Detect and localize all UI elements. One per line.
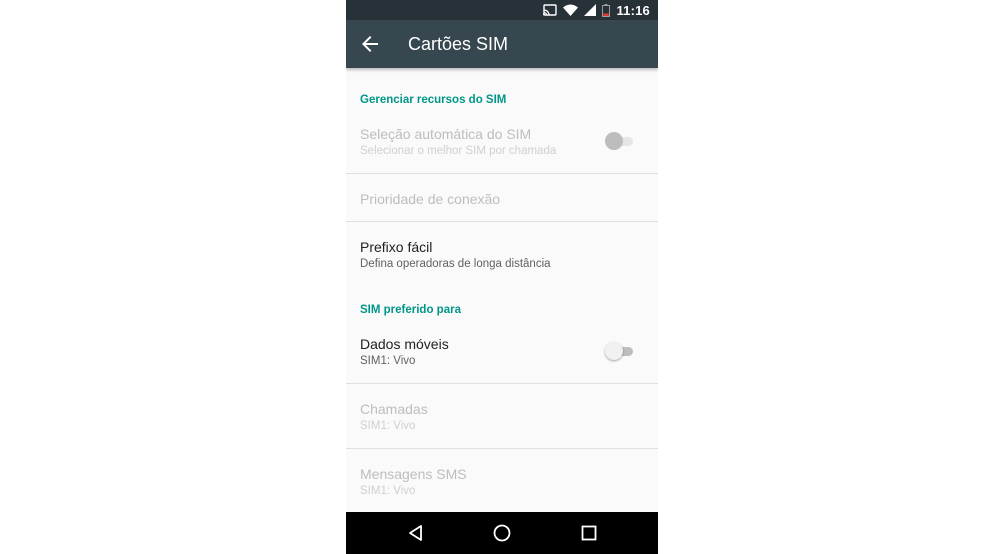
pref-sms[interactable]: Mensagens SMS SIM1: Vivo	[346, 449, 658, 512]
phone-screen: 11:16 Cartões SIM Gerenciar recursos do …	[346, 0, 658, 554]
pref-easy-prefix[interactable]: Prefixo fácil Defina operadoras de longa…	[346, 222, 658, 286]
app-bar: Cartões SIM	[346, 20, 658, 68]
recents-square-icon	[581, 525, 597, 541]
wifi-icon	[563, 4, 579, 16]
navigation-bar	[346, 512, 658, 554]
arrow-back-icon	[362, 36, 378, 52]
nav-recents-button[interactable]	[579, 523, 599, 543]
pref-title: Seleção automática do SIM	[360, 126, 532, 142]
status-icons: 11:16	[543, 0, 650, 20]
pref-connection-priority[interactable]: Prioridade de conexão	[346, 174, 658, 221]
pref-title: Mensagens SMS	[360, 466, 467, 482]
cast-icon	[543, 4, 558, 16]
pref-summary: Selecionar o melhor SIM por chamada	[360, 145, 557, 157]
status-bar: 11:16	[346, 0, 658, 20]
pref-title: Dados móveis	[360, 336, 449, 352]
pref-title: Prioridade de conexão	[360, 191, 501, 207]
switch-thumb	[605, 132, 623, 150]
settings-list: Gerenciar recursos do SIM Seleção automá…	[346, 68, 658, 512]
pref-title: Chamadas	[360, 401, 428, 417]
pref-calls[interactable]: Chamadas SIM1: Vivo	[346, 384, 658, 448]
pref-auto-sim-selection[interactable]: Seleção automática do SIM Selecionar o m…	[346, 118, 658, 172]
auto-sim-switch[interactable]	[605, 131, 637, 151]
pref-title: Prefixo fácil	[360, 239, 433, 255]
switch-thumb	[605, 342, 623, 360]
mobile-data-switch[interactable]	[605, 341, 637, 361]
back-button[interactable]	[358, 32, 382, 56]
back-triangle-icon	[409, 525, 422, 541]
nav-back-button[interactable]	[406, 523, 426, 543]
battery-icon	[602, 3, 611, 17]
pref-summary: Defina operadoras de longa distância	[360, 258, 551, 270]
nav-home-button[interactable]	[492, 523, 512, 543]
signal-icon	[584, 4, 597, 16]
pref-summary: SIM1: Vivo	[360, 355, 416, 367]
page-title: Cartões SIM	[408, 34, 509, 54]
section-header-preferred: SIM preferido para	[360, 304, 461, 316]
status-time: 11:16	[616, 2, 650, 18]
pref-summary: SIM1: Vivo	[360, 485, 416, 497]
home-circle-icon	[493, 524, 511, 542]
section-header-manage: Gerenciar recursos do SIM	[360, 94, 507, 106]
pref-mobile-data[interactable]: Dados móveis SIM1: Vivo	[346, 328, 658, 382]
pref-summary: SIM1: Vivo	[360, 420, 416, 432]
